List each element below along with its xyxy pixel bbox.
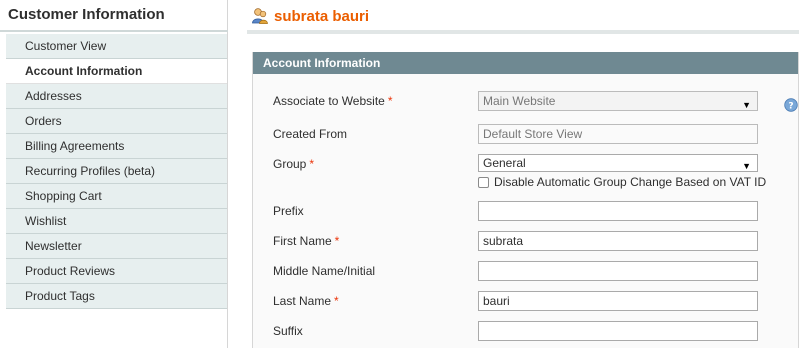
- customer-sidebar: Customer Information Customer View Accou…: [0, 0, 228, 348]
- disable-group-change-row: Disable Automatic Group Change Based on …: [478, 175, 766, 189]
- website-select[interactable]: Main Website ▼: [478, 91, 758, 111]
- page-header: subrata bauri: [251, 7, 369, 25]
- first-name-input[interactable]: [478, 231, 758, 251]
- prefix-input[interactable]: [478, 201, 758, 221]
- created-from-label: Created From: [273, 127, 348, 141]
- required-mark: *: [309, 157, 315, 171]
- customer-icon: [251, 7, 269, 25]
- middle-name-label: Middle Name/Initial: [273, 264, 376, 278]
- suffix-input[interactable]: [478, 321, 758, 341]
- last-name-input[interactable]: [478, 291, 758, 311]
- sidebar-item-customer-view[interactable]: Customer View: [6, 34, 227, 59]
- chevron-down-icon: ▼: [742, 100, 751, 110]
- prefix-label: Prefix: [273, 204, 304, 218]
- svg-text:?: ?: [788, 102, 793, 112]
- help-icon[interactable]: ?: [784, 98, 798, 112]
- sidebar-tabs: Customer View Account Information Addres…: [6, 34, 227, 309]
- required-mark: *: [387, 94, 393, 108]
- section-header: Account Information: [253, 52, 798, 74]
- header-divider: [247, 30, 799, 34]
- website-label: Associate to Website *: [273, 94, 393, 108]
- first-name-label: First Name *: [273, 234, 340, 248]
- required-mark: *: [334, 234, 340, 248]
- sidebar-item-product-reviews[interactable]: Product Reviews: [6, 259, 227, 284]
- sidebar-item-billing-agreements[interactable]: Billing Agreements: [6, 134, 227, 159]
- sidebar-title-divider: [0, 30, 228, 32]
- sidebar-title: Customer Information: [8, 6, 165, 23]
- last-name-label: Last Name *: [273, 294, 339, 308]
- sidebar-item-account-information[interactable]: Account Information: [6, 59, 227, 84]
- main-content: subrata bauri Account Information Associ…: [229, 0, 799, 348]
- created-from-field: Default Store View: [478, 124, 758, 144]
- sidebar-item-shopping-cart[interactable]: Shopping Cart: [6, 184, 227, 209]
- required-mark: *: [334, 294, 339, 308]
- page-title: subrata bauri: [274, 7, 370, 25]
- website-select-value: Main Website: [483, 94, 556, 108]
- disable-group-change-checkbox[interactable]: [478, 176, 489, 188]
- suffix-label: Suffix: [273, 324, 303, 338]
- sidebar-item-wishlist[interactable]: Wishlist: [6, 209, 227, 234]
- sidebar-item-product-tags[interactable]: Product Tags: [6, 284, 227, 309]
- account-information-section: Account Information Associate to Website…: [252, 52, 799, 348]
- group-select-value: General: [483, 156, 526, 170]
- sidebar-item-newsletter[interactable]: Newsletter: [6, 234, 227, 259]
- sidebar-item-addresses[interactable]: Addresses: [6, 84, 227, 109]
- middle-name-input[interactable]: [478, 261, 758, 281]
- chevron-down-icon: ▼: [742, 161, 751, 171]
- sidebar-item-recurring-profiles[interactable]: Recurring Profiles (beta): [6, 159, 227, 184]
- disable-group-change-label: Disable Automatic Group Change Based on …: [494, 175, 767, 189]
- group-label: Group *: [273, 157, 315, 171]
- sidebar-item-orders[interactable]: Orders: [6, 109, 227, 134]
- created-from-value: Default Store View: [483, 127, 583, 141]
- group-select[interactable]: General ▼: [478, 154, 758, 172]
